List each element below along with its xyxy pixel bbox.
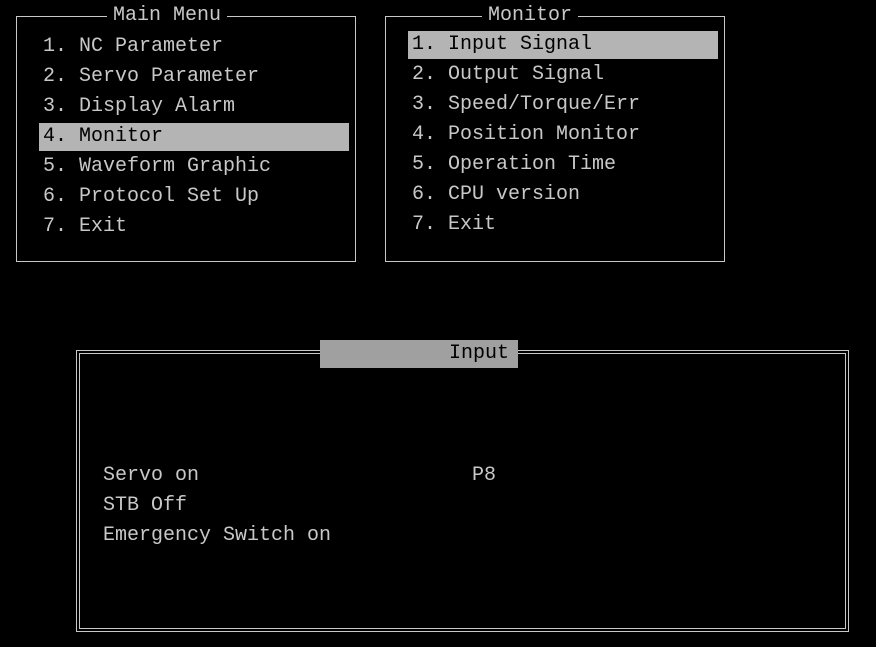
main-menu-item-nc-parameter[interactable]: 1. NC Parameter (39, 33, 349, 61)
main-menu-item-servo-parameter[interactable]: 2. Servo Parameter (39, 63, 349, 91)
main-menu-item-protocol-set-up[interactable]: 6. Protocol Set Up (39, 183, 349, 211)
monitor-menu-title: Monitor (482, 4, 579, 28)
main-menu-item-display-alarm[interactable]: 3. Display Alarm (39, 93, 349, 121)
monitor-item-speed-torque-err[interactable]: 3. Speed/Torque/Err (408, 91, 724, 119)
signal-stb-off-name: STB Off (103, 494, 188, 517)
monitor-item-operation-time[interactable]: 5. Operation Time (408, 151, 718, 179)
monitor-menu-panel: Monitor 1. Input Signal 2. Output Signal… (385, 4, 725, 262)
main-menu-panel: Main Menu 1. NC Parameter 2. Servo Param… (16, 4, 356, 262)
input-signal-panel: Input Servo on P8 STB Off Emergency Swit… (76, 340, 849, 632)
input-panel-title: Input (320, 340, 518, 368)
monitor-item-input-signal[interactable]: 1. Input Signal (408, 31, 718, 59)
monitor-item-exit[interactable]: 7. Exit (408, 211, 718, 239)
signal-servo-on-name: Servo on (103, 464, 200, 487)
monitor-item-output-signal[interactable]: 2. Output Signal (408, 61, 718, 89)
main-menu-title: Main Menu (107, 4, 228, 28)
main-menu-item-monitor[interactable]: 4. Monitor (39, 123, 349, 151)
main-menu-item-waveform-graphic[interactable]: 5. Waveform Graphic (39, 153, 349, 181)
signal-emergency-switch-on-name: Emergency Switch on (103, 524, 332, 547)
monitor-item-position-monitor[interactable]: 4. Position Monitor (408, 121, 724, 149)
monitor-item-cpu-version[interactable]: 6. CPU version (408, 181, 718, 209)
main-menu-item-exit[interactable]: 7. Exit (39, 213, 349, 241)
signal-servo-on-value: P8 (472, 464, 497, 487)
